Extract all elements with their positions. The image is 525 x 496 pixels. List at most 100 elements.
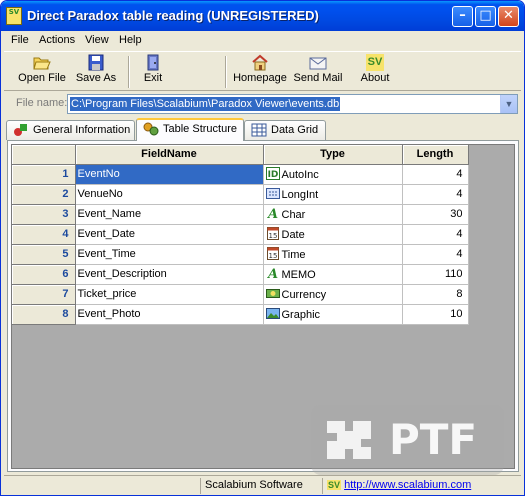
save-as-button[interactable]: Save As xyxy=(72,54,120,84)
tab-general-information-label: General Information xyxy=(33,124,131,136)
field-length-cell[interactable]: 4 xyxy=(402,244,469,265)
column-header-type[interactable]: Type xyxy=(263,145,403,165)
file-name-combobox[interactable]: C:\Program Files\Scalabium\Paradox Viewe… xyxy=(67,94,518,114)
table-row[interactable]: 2 VenueNo LongInt 4 xyxy=(12,184,469,205)
row-number[interactable]: 4 xyxy=(12,224,76,245)
home-icon xyxy=(251,54,269,71)
text-a-icon: A xyxy=(265,267,280,282)
open-file-label: Open File xyxy=(18,72,66,84)
table-row[interactable]: 3 Event_Name A Char 30 xyxy=(12,204,469,225)
table-row[interactable]: 1 EventNo ID AutoInc 4 xyxy=(12,164,469,185)
mail-envelope-icon xyxy=(309,54,327,71)
row-number[interactable]: 3 xyxy=(12,204,76,225)
file-name-label: File name: xyxy=(16,97,68,109)
close-icon: ✕ xyxy=(503,8,514,23)
field-length-cell[interactable]: 4 xyxy=(402,164,469,185)
field-length-cell[interactable]: 10 xyxy=(402,304,469,325)
table-row[interactable]: 5 Event_Time 15 Time 4 xyxy=(12,244,469,265)
field-type-label: Currency xyxy=(281,289,327,301)
table-row[interactable]: 7 Ticket_price Currency 8 xyxy=(12,284,469,305)
tab-data-grid[interactable]: Data Grid xyxy=(244,120,326,140)
field-name-cell[interactable]: Event_Time xyxy=(75,244,264,265)
menu-help[interactable]: Help xyxy=(119,34,142,46)
about-button[interactable]: SV About xyxy=(358,54,392,84)
puzzle-watermark-icon xyxy=(327,421,371,459)
row-number[interactable]: 2 xyxy=(12,184,76,205)
close-button[interactable]: ✕ xyxy=(498,6,519,27)
field-length-cell[interactable]: 110 xyxy=(402,264,469,285)
table-row[interactable]: 4 Event_Date 15 Date 4 xyxy=(12,224,469,245)
column-header-length[interactable]: Length xyxy=(402,145,469,165)
calendar-icon: 15 xyxy=(266,227,280,240)
row-number[interactable]: 8 xyxy=(12,304,76,325)
text-a-icon: A xyxy=(265,207,280,222)
field-name-cell[interactable]: Event_Description xyxy=(75,264,264,285)
table-row[interactable]: 6 Event_Description A MEMO 110 xyxy=(12,264,469,285)
open-file-button[interactable]: Open File xyxy=(17,54,67,84)
exit-button[interactable]: Exit xyxy=(138,54,168,84)
combo-dropdown-button[interactable]: ▼ xyxy=(500,95,517,113)
field-length-cell[interactable]: 8 xyxy=(402,284,469,305)
status-bar: Scalabium Software SV http://www.scalabi… xyxy=(4,475,521,494)
field-length-cell[interactable]: 30 xyxy=(402,204,469,225)
field-type-label: Graphic xyxy=(281,309,321,321)
maximize-button[interactable]: □ xyxy=(475,6,496,27)
structure-gears-icon xyxy=(143,122,159,136)
file-name-value: C:\Program Files\Scalabium\Paradox Viewe… xyxy=(70,97,341,111)
field-type-label: Time xyxy=(281,249,306,261)
ptf-watermark: PTF xyxy=(311,405,504,475)
field-type-cell[interactable]: A MEMO xyxy=(263,264,403,285)
toolbar-separator xyxy=(225,56,227,88)
menu-bar: File Actions View Help xyxy=(4,31,521,50)
field-type-cell[interactable]: A Char xyxy=(263,204,403,225)
grid-table-icon xyxy=(251,123,267,137)
field-length-cell[interactable]: 4 xyxy=(402,184,469,205)
picture-icon xyxy=(265,307,280,320)
field-name-cell[interactable]: Event_Name xyxy=(75,204,264,225)
tab-table-structure-label: Table Structure xyxy=(163,123,237,135)
send-mail-label: Send Mail xyxy=(293,72,343,84)
website-link[interactable]: http://www.scalabium.com xyxy=(344,479,471,491)
field-type-cell[interactable]: Graphic xyxy=(263,304,403,325)
row-number[interactable]: 5 xyxy=(12,244,76,265)
svg-text:15: 15 xyxy=(268,252,277,260)
status-cell-empty xyxy=(4,478,200,494)
calendar-icon: 15 xyxy=(266,247,280,260)
field-type-cell[interactable]: LongInt xyxy=(263,184,403,205)
info-shapes-icon xyxy=(13,123,29,137)
column-header-fieldname[interactable]: FieldName xyxy=(75,145,264,165)
row-number[interactable]: 7 xyxy=(12,284,76,305)
title-bar[interactable]: SV Direct Paradox table reading (UNREGIS… xyxy=(1,1,524,31)
field-name-cell[interactable]: Event_Date xyxy=(75,224,264,245)
toolbar: Open File Save As Exit Homepage Send Mai… xyxy=(4,51,521,91)
field-type-cell[interactable]: Currency xyxy=(263,284,403,305)
menu-actions[interactable]: Actions xyxy=(39,34,75,46)
svg-text:ID: ID xyxy=(267,170,278,180)
row-number[interactable]: 6 xyxy=(12,264,76,285)
tab-data-grid-label: Data Grid xyxy=(271,124,319,136)
minimize-button[interactable]: – xyxy=(452,6,473,27)
file-name-row: File name: C:\Program Files\Scalabium\Pa… xyxy=(4,93,521,115)
field-length-cell[interactable]: 4 xyxy=(402,224,469,245)
table-row[interactable]: 8 Event_Photo Graphic 10 xyxy=(12,304,469,325)
field-name-cell[interactable]: VenueNo xyxy=(75,184,264,205)
row-number[interactable]: 1 xyxy=(12,164,76,185)
field-name-cell[interactable]: Event_Photo xyxy=(75,304,264,325)
field-type-cell[interactable]: 15 Date xyxy=(263,224,403,245)
menu-file[interactable]: File xyxy=(11,34,29,46)
tab-table-structure[interactable]: Table Structure xyxy=(136,118,244,141)
maximize-icon: □ xyxy=(479,8,492,23)
field-name-cell[interactable]: EventNo xyxy=(75,164,264,185)
menu-view[interactable]: View xyxy=(85,34,109,46)
homepage-button[interactable]: Homepage xyxy=(232,54,288,84)
field-name-cell[interactable]: Ticket_price xyxy=(75,284,264,305)
send-mail-button[interactable]: Send Mail xyxy=(292,54,344,84)
about-logo-icon: SV xyxy=(366,54,384,71)
tab-general-information[interactable]: General Information xyxy=(6,120,135,140)
id-icon: ID xyxy=(265,167,280,180)
app-logo-icon: SV xyxy=(6,7,22,25)
field-type-cell[interactable]: 15 Time xyxy=(263,244,403,265)
chevron-down-icon: ▼ xyxy=(504,99,514,109)
scalabium-logo-icon: SV xyxy=(327,480,342,490)
field-type-cell[interactable]: ID AutoInc xyxy=(263,164,403,185)
